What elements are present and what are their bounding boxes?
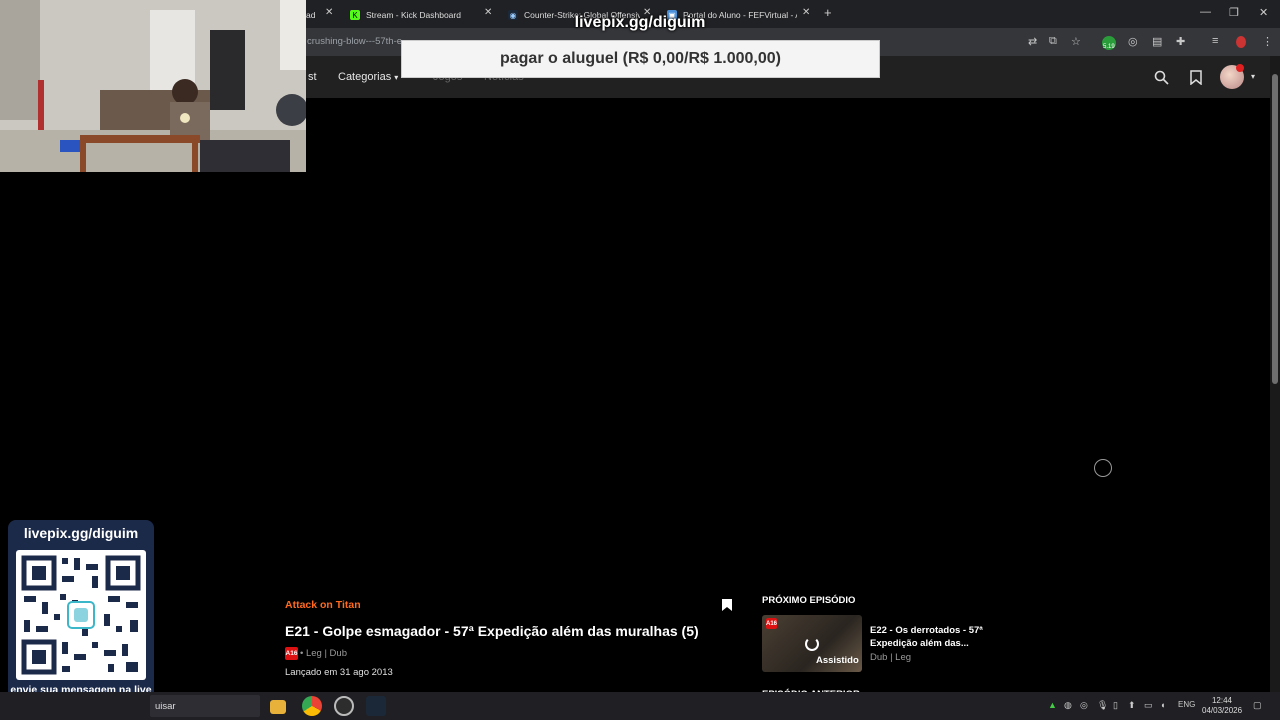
search-icon[interactable] [1154,70,1169,85]
nav-item-partial[interactable]: st [308,71,317,83]
age-rating-badge: A16 [766,618,777,629]
menu-dots-icon[interactable]: ⋮ [1262,35,1273,48]
microphone-icon[interactable]: 🎙 [1097,700,1108,711]
language-indicator[interactable]: ENG [1178,700,1195,709]
page-scrollbar[interactable] [1270,56,1280,692]
next-episode-title[interactable]: E22 - Os derrotados - 57ª Expedição além… [870,624,1000,650]
install-icon[interactable]: ⧉ [1049,35,1057,48]
system-clock[interactable]: 12:44 04/03/2026 [1202,696,1242,716]
url-field[interactable]: crushing-blow---57th-e [307,36,402,47]
qr-code-graphic [21,555,141,675]
notification-dot [1236,64,1244,72]
extension2-icon[interactable]: ◎ [1128,35,1138,48]
restore-icon[interactable]: ❐ [1229,6,1239,19]
notifications-icon[interactable]: ▢ [1253,700,1262,711]
replay-icon [805,637,819,651]
qr-code [16,550,146,680]
next-episode-label: PRÓXIMO EPISÓDIO [762,595,856,606]
reading-list-icon[interactable]: ≡ [1212,35,1218,47]
nav-categorias[interactable]: Categorias ▾ [338,71,398,83]
profile-icon[interactable] [1236,36,1246,48]
network-icon[interactable]: ▭ [1144,700,1153,711]
livepix-header: livepix.gg/diguim [574,14,706,31]
next-episode-thumbnail[interactable]: A16 Assistido [762,615,862,672]
volume-icon[interactable]: ◖ [1160,700,1165,710]
folder-extension-icon[interactable]: ▤ [1152,35,1162,48]
translate-icon[interactable]: ⇄ [1028,35,1037,48]
release-date: Lançado em 31 ago 2013 [285,667,393,678]
donation-goal-bar: pagar o aluguel (R$ 0,00/R$ 1.000,00) [401,40,880,78]
tab-close-icon[interactable]: ✕ [325,7,333,18]
qr-title: livepix.gg/diguim [23,525,139,541]
scroll-thumb[interactable] [1272,74,1278,384]
steam-icon: ◉ [508,10,518,20]
tab-close-icon[interactable]: ✕ [802,7,810,18]
tray-icon-3[interactable]: ▯ [1113,700,1118,711]
tab-close-icon[interactable]: ✕ [484,7,492,18]
webcam-feed [0,0,306,172]
series-link[interactable]: Attack on Titan [285,599,361,611]
next-episode-audio: Dub | Leg [870,652,912,663]
tray-icon-1[interactable]: ◍ [1064,700,1072,711]
file-explorer-icon[interactable] [270,700,286,714]
tab-label: Stream - Kick Dashboard [366,10,461,20]
tray-icon-2[interactable]: ◎ [1080,700,1088,711]
age-rating-badge: A16 [285,647,298,660]
star-icon[interactable]: ☆ [1071,35,1081,48]
watched-label: Assistido [816,655,859,666]
chrome-icon[interactable] [302,696,322,716]
clock-time: 12:44 [1211,696,1233,705]
donation-goal-text: pagar o aluguel (R$ 0,00/R$ 1.000,00) [499,50,781,67]
tray-icon-4[interactable]: ⬆ [1128,700,1136,711]
extension-badge: 5.19 [1103,44,1115,50]
tab-partial[interactable]: ad [306,4,318,26]
qr-donation-panel: livepix.gg/diguim envie sua mensagem na … [8,520,154,714]
episode-title: E21 - Golpe esmagador - 57ª Expedição al… [285,623,699,639]
obs-icon[interactable] [334,696,354,716]
clock-date: 04/03/2026 [1202,706,1243,715]
steam-taskbar-icon[interactable] [366,696,386,716]
close-window-icon[interactable]: ✕ [1259,6,1268,19]
new-tab-icon[interactable]: + [824,5,832,20]
bookmark-icon[interactable] [1190,70,1202,85]
picture-in-picture-icon[interactable] [1094,459,1112,477]
episode-audio-options: • Leg | Dub [300,648,347,659]
chevron-down-icon: ▾ [394,73,399,82]
nav-categorias-label: Categorias [338,71,392,83]
windows-taskbar: uisar ▲ ◍ ◎ 🎙 ▯ ⬆ ▭ ◖ ENG 12:44 04/03/20… [0,692,1280,720]
tab-partial-label: ad [306,10,316,20]
nvidia-tray-icon[interactable]: ▲ [1048,700,1057,710]
webcam-overlay [0,0,306,172]
tab-kick-dashboard[interactable]: K Stream - Kick Dashboard [350,4,480,26]
chevron-down-icon[interactable]: ▾ [1251,72,1255,81]
bookmark-episode-icon[interactable] [721,598,733,612]
extensions-puzzle-icon[interactable]: ✚ [1176,35,1185,48]
kick-icon: K [350,10,360,20]
taskbar-search-text: uisar [155,701,176,712]
minimize-icon[interactable]: — [1200,6,1211,18]
